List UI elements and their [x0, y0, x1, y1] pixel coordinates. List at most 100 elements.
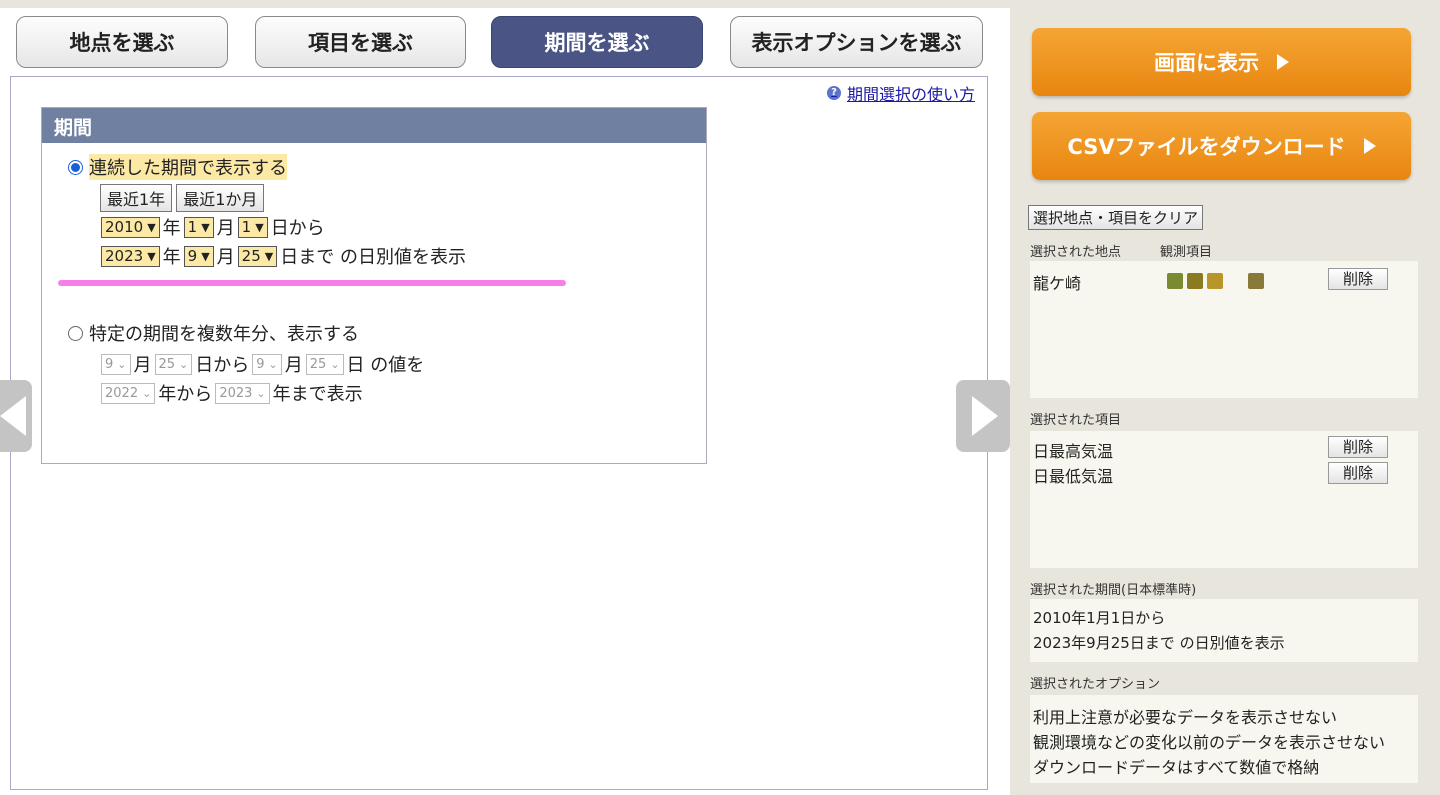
- period-line-1: 2010年1月1日から: [1033, 609, 1166, 627]
- play-arrow-icon: [1363, 138, 1376, 154]
- item-name: 日最高気温: [1033, 442, 1114, 461]
- text-month: 月: [133, 355, 152, 376]
- selected-period-label: 選択された期間(日本標準時): [1030, 583, 1197, 598]
- chevron-down-icon: ▼: [264, 249, 274, 263]
- to-suffix: 日まで の日別値を表示: [280, 247, 466, 268]
- multi-year-year-row: 2022 ⌄ 年から 2023 ⌄ 年まで表示: [98, 380, 363, 406]
- chevron-down-icon: ⌄: [256, 386, 266, 400]
- next-arrow-button[interactable]: [956, 380, 1010, 452]
- umbrella-icon: [1187, 273, 1203, 289]
- period-help-link[interactable]: ? 期間選択の使い方: [826, 81, 975, 105]
- delete-location-button[interactable]: 削除: [1328, 268, 1388, 290]
- period-heading: 期間: [42, 108, 706, 143]
- multi-year-from-select[interactable]: 2022 ⌄: [101, 382, 156, 404]
- tab-select-location[interactable]: 地点を選ぶ: [16, 16, 228, 68]
- recent-buttons-row: 最近1年 最近1か月: [100, 184, 268, 212]
- multi-day1-select[interactable]: 25 ⌄: [154, 353, 193, 375]
- continuous-label[interactable]: 連続した期間で表示する: [89, 154, 287, 180]
- observation-label: 観測項目: [1160, 245, 1213, 260]
- from-month-select[interactable]: 1 ▼: [183, 216, 214, 238]
- multi-month1-value: 9: [105, 356, 114, 372]
- sun-icon: [1207, 273, 1223, 289]
- selected-items-label: 選択された項目: [1030, 413, 1122, 428]
- chevron-down-icon: ⌄: [179, 357, 189, 371]
- to-day-value: 25: [241, 247, 261, 265]
- chevron-down-icon: ⌄: [142, 386, 152, 400]
- recent-year-button[interactable]: 最近1年: [100, 184, 173, 212]
- chevron-down-icon: ⌄: [117, 357, 127, 371]
- pink-highlight-underline: [58, 280, 566, 286]
- unit-month: 月: [216, 218, 235, 239]
- arrow-right-icon: [972, 396, 998, 436]
- delete-item-button[interactable]: 削除: [1328, 462, 1388, 484]
- text-month: 月: [284, 355, 303, 376]
- chevron-down-icon: ⌄: [330, 357, 340, 371]
- chevron-down-icon: ▼: [147, 220, 156, 234]
- text-year-to: 年まで表示: [272, 384, 363, 405]
- unit-year: 年: [162, 218, 181, 239]
- to-year-select[interactable]: 2023 ▼: [101, 245, 160, 267]
- text-day-from: 日から: [195, 355, 250, 376]
- unit-year: 年: [162, 247, 181, 268]
- help-icon: ?: [826, 86, 841, 100]
- to-month-value: 9: [187, 247, 198, 265]
- show-on-screen-button[interactable]: 画面に表示: [1032, 28, 1411, 96]
- multi-year-to-value: 2023: [219, 385, 253, 401]
- from-year-select[interactable]: 2010 ▼: [101, 216, 160, 238]
- from-year-value: 2010: [105, 218, 144, 236]
- continuous-radio[interactable]: [68, 159, 83, 175]
- text-day-values: 日 の値を: [346, 355, 425, 376]
- chevron-down-icon: ▼: [201, 220, 210, 234]
- to-date-row: 2023 ▼ 年 9 ▼ 月 25 ▼ 日まで の日別値を表示: [98, 243, 466, 269]
- chevron-down-icon: ▼: [255, 220, 264, 234]
- option-line: 観測環境などの変化以前のデータを表示させない: [1033, 733, 1386, 752]
- continuous-option-row[interactable]: 連続した期間で表示する: [68, 154, 287, 180]
- from-date-row: 2010 ▼ 年 1 ▼ 月 1 ▼ 日から: [98, 214, 325, 240]
- text-year-from: 年から: [158, 384, 213, 405]
- precipitation-icon: [1167, 273, 1183, 289]
- multi-day1-value: 25: [158, 356, 176, 372]
- arrow-left-icon: [0, 396, 26, 436]
- to-day-select[interactable]: 25 ▼: [237, 245, 278, 267]
- multi-year-date-row: 9 ⌄ 月 25 ⌄ 日から 9 ⌄ 月 25 ⌄ 日 の値を: [98, 351, 424, 377]
- download-csv-button[interactable]: CSVファイルをダウンロード: [1032, 112, 1411, 180]
- delete-item-button[interactable]: 削除: [1328, 436, 1388, 458]
- csv-button-label: CSVファイルをダウンロード: [1067, 135, 1346, 159]
- multi-year-to-select[interactable]: 2023 ⌄: [215, 382, 270, 404]
- to-month-select[interactable]: 9 ▼: [183, 245, 214, 267]
- tab-select-period[interactable]: 期間を選ぶ: [491, 16, 703, 68]
- chevron-down-icon: ▼: [201, 249, 210, 263]
- main-content-box: ? 期間選択の使い方 期間 連続した期間で表示する 最近1年 最近1か月 201…: [10, 76, 988, 790]
- multi-year-label[interactable]: 特定の期間を複数年分、表示する: [89, 320, 359, 346]
- recent-month-button[interactable]: 最近1か月: [176, 184, 265, 212]
- period-line-2: 2023年9月25日まで の日別値を表示: [1033, 634, 1285, 652]
- multi-month2-select[interactable]: 9 ⌄: [252, 353, 282, 375]
- prev-arrow-button[interactable]: [0, 380, 32, 452]
- play-arrow-icon: [1277, 54, 1289, 70]
- wind-icon: [1248, 273, 1264, 289]
- item-name: 日最低気温: [1033, 467, 1114, 486]
- tab-select-options[interactable]: 表示オプションを選ぶ: [730, 16, 983, 68]
- unit-month: 月: [216, 247, 235, 268]
- multi-year-radio[interactable]: [68, 325, 83, 341]
- from-day-value: 1: [241, 218, 252, 236]
- chevron-down-icon: ▼: [147, 249, 156, 263]
- help-link-text[interactable]: 期間選択の使い方: [847, 81, 975, 105]
- clear-selection-button[interactable]: 選択地点・項目をクリア: [1028, 205, 1204, 230]
- multi-year-option-row[interactable]: 特定の期間を複数年分、表示する: [68, 320, 359, 346]
- multi-month2-value: 9: [256, 356, 265, 372]
- to-year-value: 2023: [105, 247, 144, 265]
- multi-day2-value: 25: [309, 356, 327, 372]
- option-line: ダウンロードデータはすべて数値で格納: [1033, 758, 1320, 777]
- location-name: 龍ケ崎: [1033, 274, 1082, 293]
- multi-month1-select[interactable]: 9 ⌄: [101, 353, 131, 375]
- from-day-select[interactable]: 1 ▼: [237, 216, 268, 238]
- selected-location-label: 選択された地点: [1030, 245, 1122, 260]
- chevron-down-icon: ⌄: [268, 357, 278, 371]
- multi-year-from-value: 2022: [105, 385, 139, 401]
- option-line: 利用上注意が必要なデータを表示させない: [1033, 708, 1338, 727]
- tab-select-item[interactable]: 項目を選ぶ: [255, 16, 466, 68]
- from-month-value: 1: [187, 218, 198, 236]
- selected-options-label: 選択されたオプション: [1030, 677, 1161, 692]
- multi-day2-select[interactable]: 25 ⌄: [305, 353, 344, 375]
